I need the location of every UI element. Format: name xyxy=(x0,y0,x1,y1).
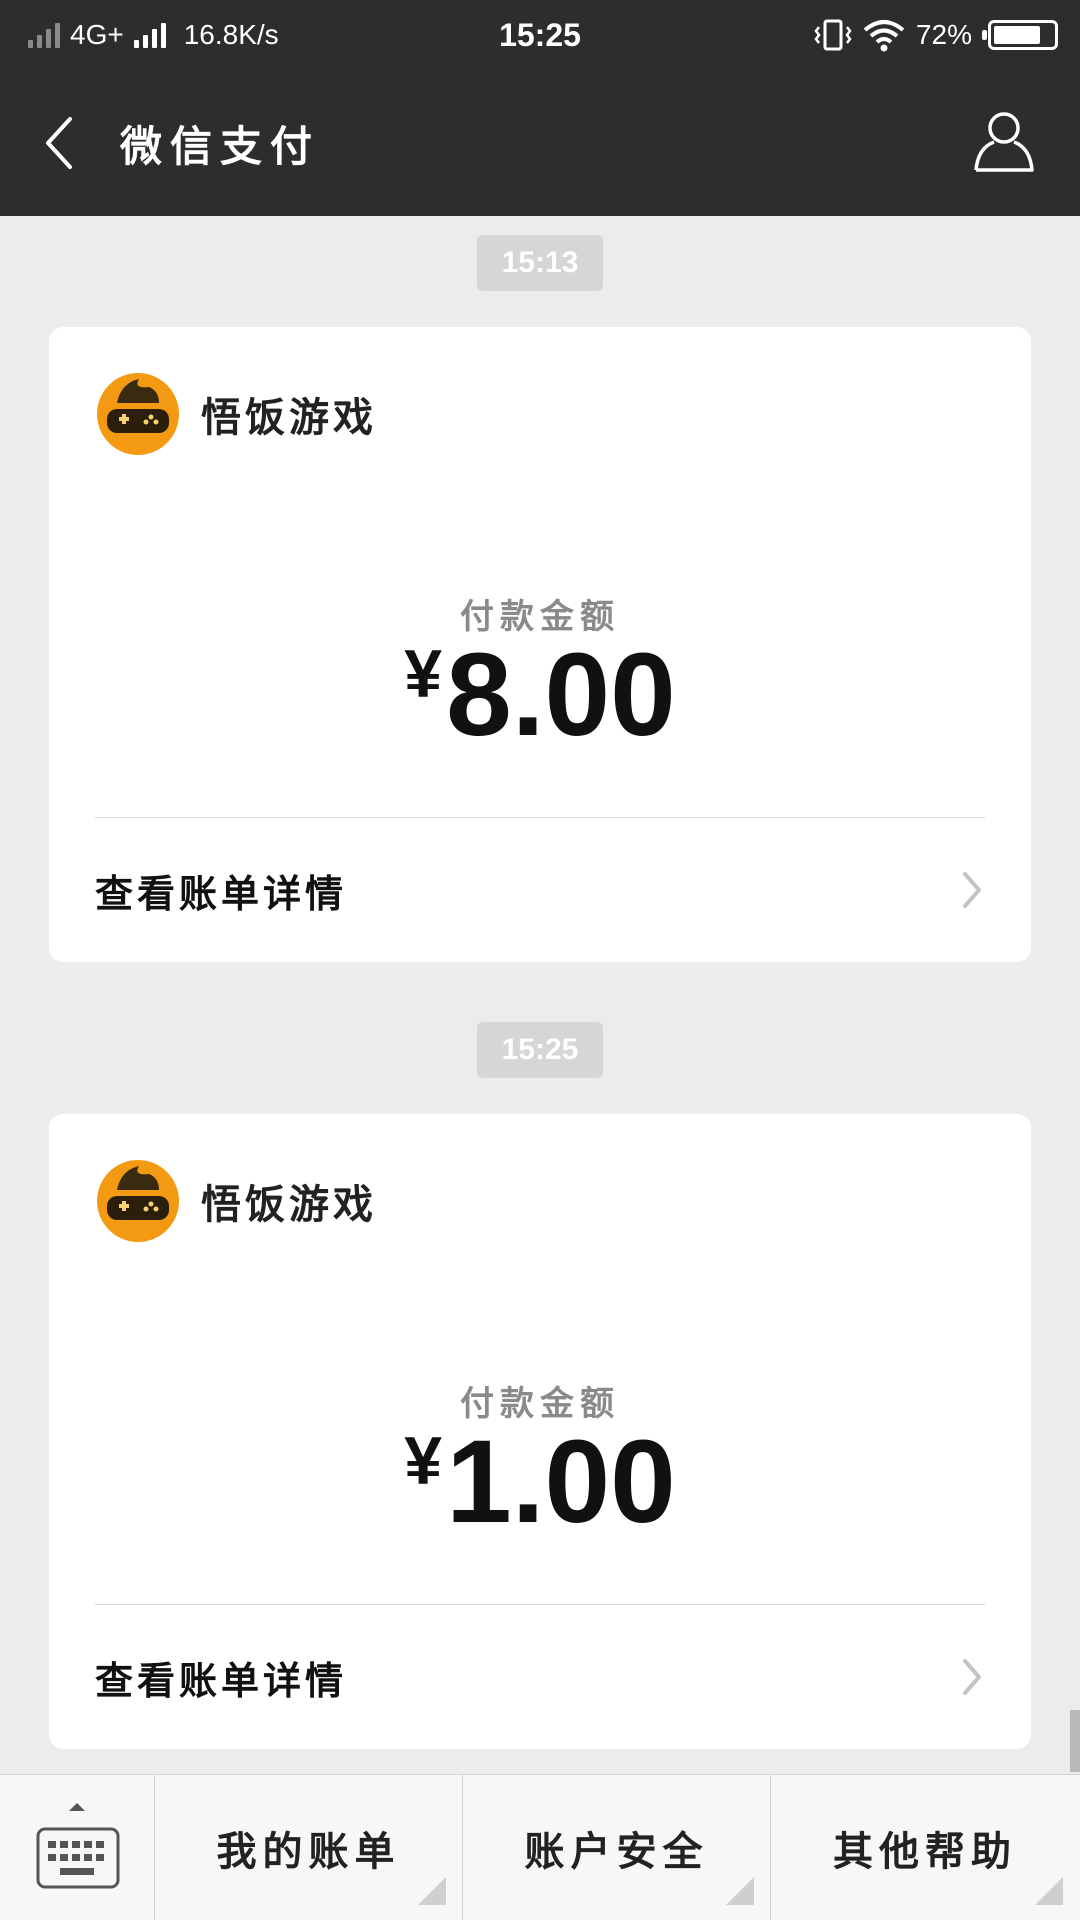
battery-icon xyxy=(982,20,1058,50)
payment-amount: ¥8.00 xyxy=(49,627,1031,763)
merchant-name: 悟饭游戏 xyxy=(201,395,377,441)
back-button[interactable] xyxy=(10,70,110,216)
chevron-left-icon xyxy=(46,117,72,169)
signal-sim2-icon xyxy=(28,22,60,48)
menu-my-bills[interactable]: 我的账单 xyxy=(155,1775,463,1920)
payment-card[interactable]: 悟饭游戏 付款金额 ¥8.00 查看账单详情 xyxy=(49,327,1031,962)
payment-card[interactable]: 悟饭游戏 付款金额 ¥1.00 查看账单详情 xyxy=(49,1114,1031,1749)
scrollbar[interactable] xyxy=(1070,1710,1080,1772)
merchant-logo xyxy=(97,1160,179,1242)
status-left: 4G+ 16.8K/s xyxy=(28,19,279,51)
page-title: 微信支付 xyxy=(120,121,321,171)
user-icon xyxy=(974,112,1034,172)
wifi-icon xyxy=(863,20,905,52)
network-type: 4G+ xyxy=(70,19,124,50)
menu-label: 我的账单 xyxy=(216,1829,401,1875)
signal-sim1-icon xyxy=(133,22,166,48)
amount-value: 1.00 xyxy=(446,1416,676,1548)
profile-button[interactable] xyxy=(968,106,1040,178)
merchant-header: 悟饭游戏 xyxy=(97,373,377,455)
vibrate-icon xyxy=(814,19,852,51)
submenu-indicator-icon xyxy=(726,1877,754,1905)
menu-label: 其他帮助 xyxy=(833,1829,1017,1875)
merchant-logo xyxy=(97,373,179,455)
chevron-right-icon xyxy=(963,1659,981,1695)
status-right: 72% xyxy=(814,18,1058,52)
submenu-indicator-icon xyxy=(418,1877,446,1905)
message-timestamp: 15:25 xyxy=(477,1022,603,1078)
view-bill-details-link[interactable]: 查看账单详情 xyxy=(95,818,985,962)
message-timestamp: 15:13 xyxy=(477,235,603,291)
menu-label: 账户安全 xyxy=(524,1829,709,1875)
battery-percent: 72% xyxy=(915,19,972,50)
chevron-right-icon xyxy=(963,872,981,908)
keyboard-icon xyxy=(36,1803,120,1889)
view-bill-details-link[interactable]: 查看账单详情 xyxy=(95,1605,985,1749)
amount-value: 8.00 xyxy=(446,629,676,761)
currency-symbol: ¥ xyxy=(404,1423,443,1499)
menu-account-security[interactable]: 账户安全 xyxy=(463,1775,771,1920)
game-controller-icon xyxy=(107,1166,169,1220)
game-controller-icon xyxy=(107,379,169,433)
merchant-header: 悟饭游戏 xyxy=(97,1160,377,1242)
currency-symbol: ¥ xyxy=(404,636,443,712)
menu-other-help[interactable]: 其他帮助 xyxy=(771,1775,1079,1920)
bottom-menu: 我的账单 账户安全 其他帮助 xyxy=(0,1774,1080,1920)
merchant-name: 悟饭游戏 xyxy=(201,1182,377,1228)
status-bar: 4G+ 16.8K/s 15:25 72% xyxy=(0,0,1080,70)
network-speed: 16.8K/s xyxy=(183,19,279,50)
payment-amount: ¥1.00 xyxy=(49,1414,1031,1550)
submenu-indicator-icon xyxy=(1035,1877,1063,1905)
keyboard-toggle-button[interactable] xyxy=(0,1775,155,1920)
title-bar: 微信支付 xyxy=(0,70,1080,216)
detail-link-label: 查看账单详情 xyxy=(95,871,348,916)
detail-link-label: 查看账单详情 xyxy=(95,1658,348,1703)
